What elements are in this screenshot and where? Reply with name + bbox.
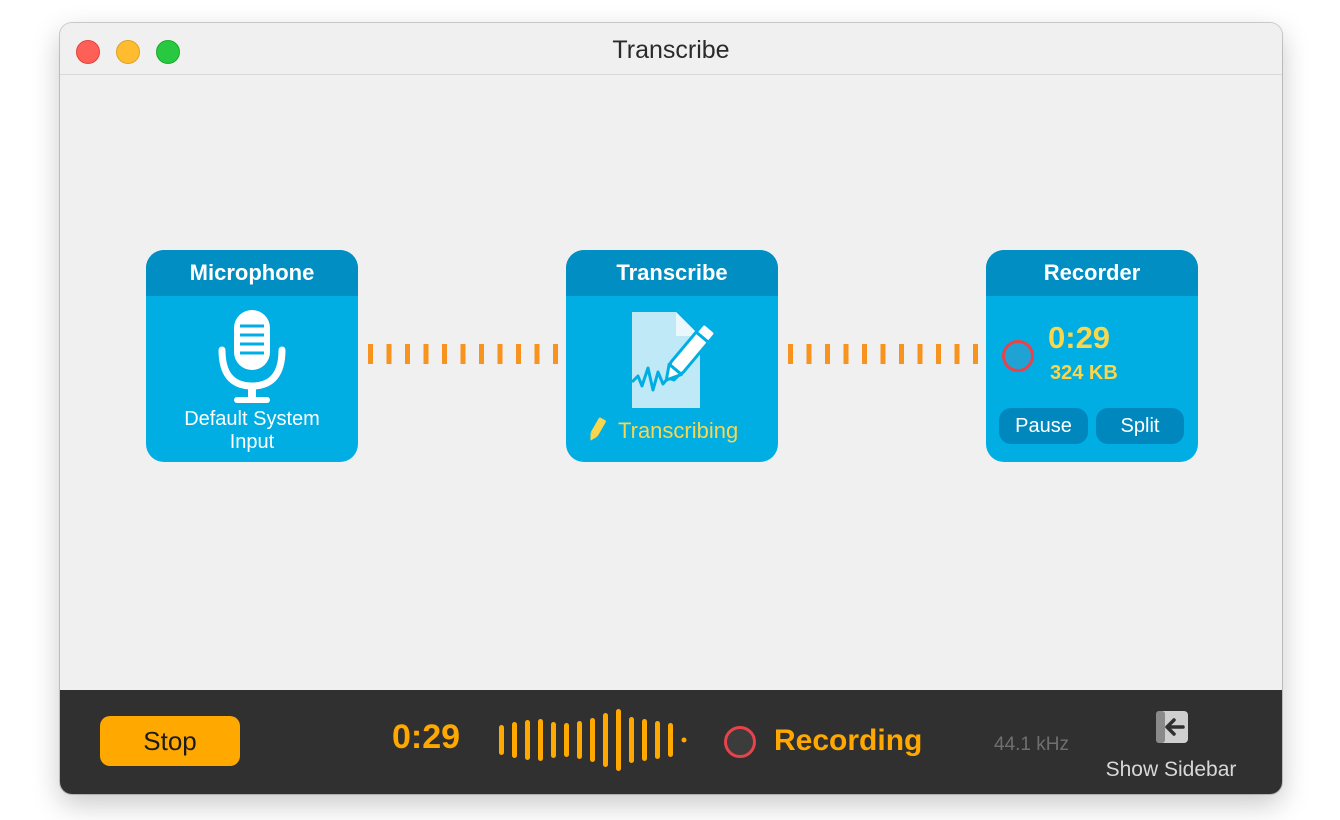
recorder-file-size: 324 KB — [1050, 362, 1118, 384]
microphone-input-label-line2: Input — [229, 431, 275, 453]
microphone-icon — [218, 310, 286, 403]
microphone-input-label-line1: Default System — [184, 408, 320, 430]
connector-transcribe-to-recorder — [788, 344, 984, 364]
recorder-elapsed-time: 0:29 — [1048, 320, 1111, 355]
bottom-control-bar: Stop 0:29 Recording 44.1 kHz Show Sideba… — [60, 690, 1282, 794]
show-sidebar-button[interactable]: Show Sidebar — [1098, 758, 1244, 782]
microphone-node-title: Microphone — [146, 250, 358, 296]
split-button[interactable]: Split — [1096, 408, 1184, 444]
transcribe-status: Transcribing — [588, 417, 738, 445]
title-bar: Transcribe — [60, 23, 1282, 75]
document-pen-icon — [630, 312, 717, 408]
recording-indicator-icon — [724, 726, 756, 758]
pencil-icon — [590, 417, 606, 441]
transcribing-status-text: Transcribing — [618, 418, 739, 443]
microphone-node[interactable]: Microphone Default System Input — [146, 250, 358, 462]
recorder-node[interactable]: Recorder 0:29 324 KB Pause Split — [986, 250, 1198, 462]
connector-mic-to-transcribe — [368, 344, 564, 364]
stop-button[interactable]: Stop — [100, 716, 240, 766]
transcribe-node-title: Transcribe — [566, 250, 778, 296]
transcribe-node[interactable]: Transcribe Transcribing — [566, 250, 778, 462]
arrow-left-box-icon[interactable] — [1155, 710, 1189, 744]
pause-button[interactable]: Pause — [999, 408, 1088, 444]
app-window: Transcribe Microphone Default System Inp… — [60, 23, 1282, 794]
sample-rate-label: 44.1 kHz — [994, 734, 1069, 755]
window-title: Transcribe — [612, 36, 730, 64]
elapsed-time: 0:29 — [392, 718, 461, 756]
waveform-icon — [499, 709, 687, 771]
pipeline-canvas: Microphone Default System Input Transcri… — [60, 76, 1282, 690]
recording-status-text: Recording — [774, 724, 923, 757]
microphone-input-label: Default System Input — [146, 408, 358, 454]
record-circle-icon — [1002, 340, 1034, 372]
recorder-node-title: Recorder — [986, 250, 1198, 296]
